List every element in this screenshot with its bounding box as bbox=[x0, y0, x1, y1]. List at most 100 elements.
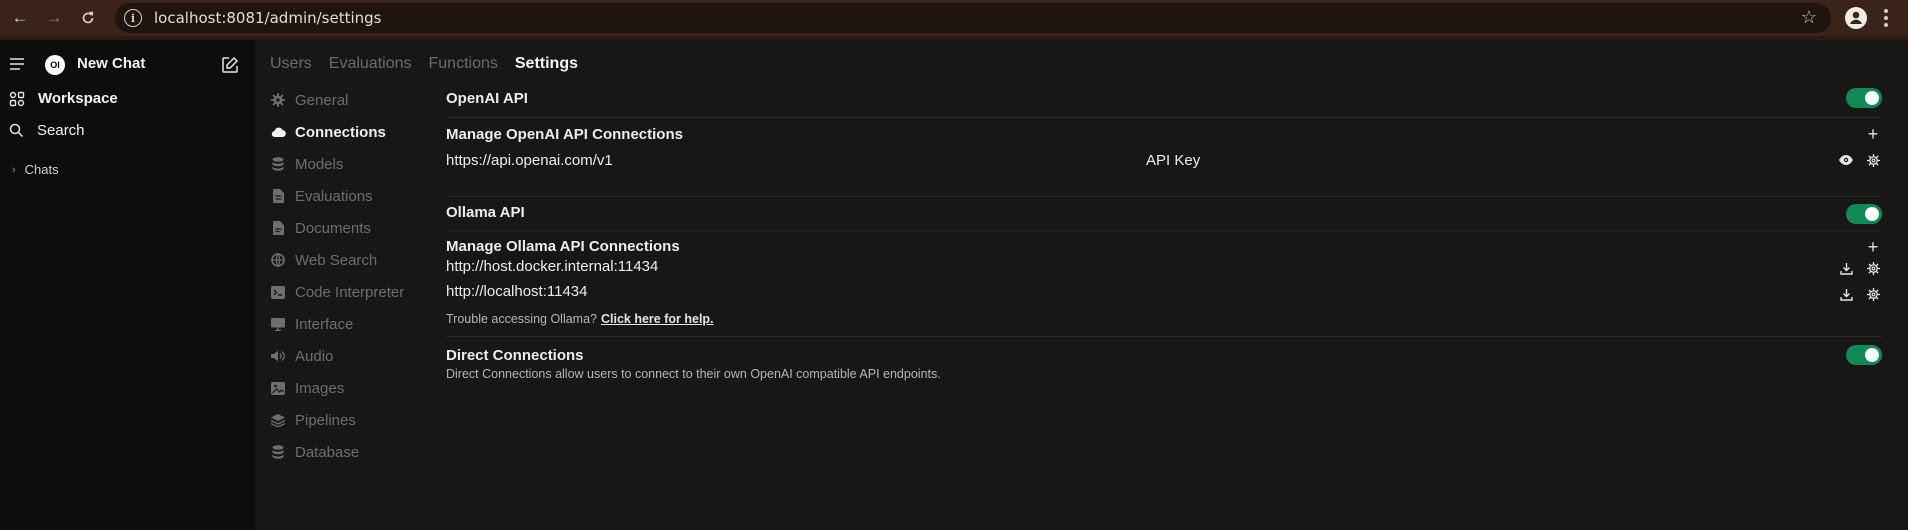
gear-icon bbox=[270, 92, 286, 108]
openai-manage-row: Manage OpenAI API Connections + bbox=[446, 120, 1882, 148]
eye-icon[interactable] bbox=[1837, 151, 1855, 169]
search-link[interactable]: Search bbox=[9, 122, 85, 139]
ollama-connection-url[interactable]: http://host.docker.internal:11434 bbox=[446, 258, 658, 275]
ollama-connection-row: http://localhost:11434 bbox=[446, 277, 1882, 305]
divider bbox=[446, 230, 1882, 231]
nav-item-label: Code Interpreter bbox=[295, 283, 405, 301]
nav-item-label: Audio bbox=[295, 347, 334, 365]
ollama-connection-row: http://host.docker.internal:11434 bbox=[446, 252, 1882, 280]
nav-item-evaluations[interactable]: Evaluations bbox=[270, 180, 420, 212]
nav-item-label: Documents bbox=[295, 219, 371, 237]
nav-item-connections[interactable]: Connections bbox=[270, 116, 420, 148]
nav-item-web-search[interactable]: Web Search bbox=[270, 244, 420, 276]
new-chat-label: New Chat bbox=[77, 55, 146, 72]
chats-label: Chats bbox=[24, 162, 59, 177]
nav-item-label: Evaluations bbox=[295, 187, 373, 205]
sidebar: OI New Chat Workspace Search › Chats bbox=[0, 40, 255, 530]
new-chat-button[interactable]: New Chat bbox=[77, 55, 145, 72]
nav-item-interface[interactable]: Interface bbox=[270, 308, 420, 340]
workspace-label: Workspace bbox=[38, 90, 118, 107]
info-icon[interactable]: i bbox=[124, 9, 142, 27]
menu-icon[interactable] bbox=[9, 57, 25, 71]
address-url[interactable]: localhost:8081/admin/settings bbox=[154, 9, 381, 27]
address-bar[interactable]: i localhost:8081/admin/settings ☆ bbox=[115, 3, 1831, 33]
search-icon bbox=[9, 123, 24, 138]
logo-mark: OI bbox=[45, 55, 65, 75]
chevron-right-icon: › bbox=[12, 163, 16, 176]
download-icon[interactable] bbox=[1837, 259, 1855, 277]
tab-users[interactable]: Users bbox=[270, 55, 312, 73]
toggle-knob bbox=[1865, 207, 1879, 221]
stack-icon bbox=[270, 412, 286, 428]
openai-connection-row: https://api.openai.com/v1 API Key bbox=[446, 148, 1882, 172]
monitor-icon bbox=[270, 316, 286, 332]
nav-item-documents[interactable]: Documents bbox=[270, 212, 420, 244]
toggle-knob bbox=[1865, 348, 1879, 362]
openai-manage-title: Manage OpenAI API Connections bbox=[446, 125, 683, 143]
ollama-api-toggle[interactable] bbox=[1846, 204, 1882, 224]
settings-nav: General Connections Models Evaluations D… bbox=[270, 84, 420, 468]
ollama-help-link[interactable]: Click here for help. bbox=[601, 312, 714, 326]
terminal-icon bbox=[270, 284, 286, 300]
openai-connection-url[interactable]: https://api.openai.com/v1 bbox=[446, 152, 613, 169]
forward-icon[interactable]: → bbox=[40, 4, 68, 32]
ollama-api-title: Ollama API bbox=[446, 203, 525, 221]
direct-connections-desc-row: Direct Connections allow users to connec… bbox=[446, 365, 1882, 383]
nav-item-database[interactable]: Database bbox=[270, 436, 420, 468]
gear-icon[interactable] bbox=[1864, 259, 1882, 277]
nav-item-label: Images bbox=[295, 379, 345, 397]
workspace-link[interactable]: Workspace bbox=[9, 90, 118, 107]
openai-api-key-field[interactable]: API Key bbox=[1146, 152, 1200, 169]
nav-item-code-interpreter[interactable]: Code Interpreter bbox=[270, 276, 420, 308]
compose-icon[interactable] bbox=[221, 56, 239, 74]
document-icon bbox=[270, 188, 286, 204]
tab-evaluations[interactable]: Evaluations bbox=[329, 55, 412, 73]
nav-item-label: Web Search bbox=[295, 251, 378, 269]
divider bbox=[446, 117, 1882, 118]
nav-item-label: Models bbox=[295, 155, 344, 173]
main-panel: Users Evaluations Functions Settings Gen… bbox=[255, 40, 1908, 530]
ollama-api-row: Ollama API bbox=[446, 198, 1882, 226]
nav-item-images[interactable]: Images bbox=[270, 372, 420, 404]
document-icon bbox=[270, 220, 286, 236]
star-icon[interactable]: ☆ bbox=[1801, 7, 1817, 28]
direct-connections-toggle[interactable] bbox=[1846, 345, 1882, 365]
openai-api-row: OpenAI API bbox=[446, 84, 1882, 112]
gear-icon[interactable] bbox=[1864, 285, 1882, 303]
gear-icon[interactable] bbox=[1864, 151, 1882, 169]
database-icon bbox=[270, 444, 286, 460]
ollama-help-row: Trouble accessing Ollama? Click here for… bbox=[446, 310, 1882, 328]
nav-item-label: Connections bbox=[295, 123, 386, 141]
tab-settings[interactable]: Settings bbox=[515, 55, 578, 73]
chats-folder[interactable]: › Chats bbox=[12, 162, 59, 177]
nav-item-pipelines[interactable]: Pipelines bbox=[270, 404, 420, 436]
admin-tabs: Users Evaluations Functions Settings bbox=[270, 55, 578, 73]
image-icon bbox=[270, 380, 286, 396]
nav-item-label: Pipelines bbox=[295, 411, 356, 429]
direct-connections-description: Direct Connections allow users to connec… bbox=[446, 367, 941, 381]
divider bbox=[446, 336, 1882, 337]
browser-menu-icon[interactable] bbox=[1883, 7, 1889, 29]
browser-toolbar: ← → i localhost:8081/admin/settings ☆ bbox=[0, 0, 1908, 36]
globe-icon bbox=[270, 252, 286, 268]
reload-icon[interactable] bbox=[74, 4, 102, 32]
add-openai-connection-icon[interactable]: + bbox=[1864, 124, 1882, 144]
direct-connections-title: Direct Connections bbox=[446, 346, 584, 364]
speaker-icon bbox=[270, 348, 286, 364]
openai-api-title: OpenAI API bbox=[446, 89, 528, 107]
download-icon[interactable] bbox=[1837, 285, 1855, 303]
cloud-icon bbox=[270, 124, 286, 140]
toggle-knob bbox=[1865, 91, 1879, 105]
workspace-icon bbox=[9, 91, 25, 106]
nav-item-models[interactable]: Models bbox=[270, 148, 420, 180]
nav-item-label: Database bbox=[295, 443, 360, 461]
ollama-connection-url[interactable]: http://localhost:11434 bbox=[446, 283, 588, 300]
nav-item-audio[interactable]: Audio bbox=[270, 340, 420, 372]
divider bbox=[446, 196, 1882, 197]
openai-api-toggle[interactable] bbox=[1846, 88, 1882, 108]
profile-icon[interactable] bbox=[1844, 6, 1868, 30]
nav-item-label: General bbox=[295, 91, 349, 109]
back-icon[interactable]: ← bbox=[6, 4, 34, 32]
tab-functions[interactable]: Functions bbox=[429, 55, 498, 73]
nav-item-general[interactable]: General bbox=[270, 84, 420, 116]
